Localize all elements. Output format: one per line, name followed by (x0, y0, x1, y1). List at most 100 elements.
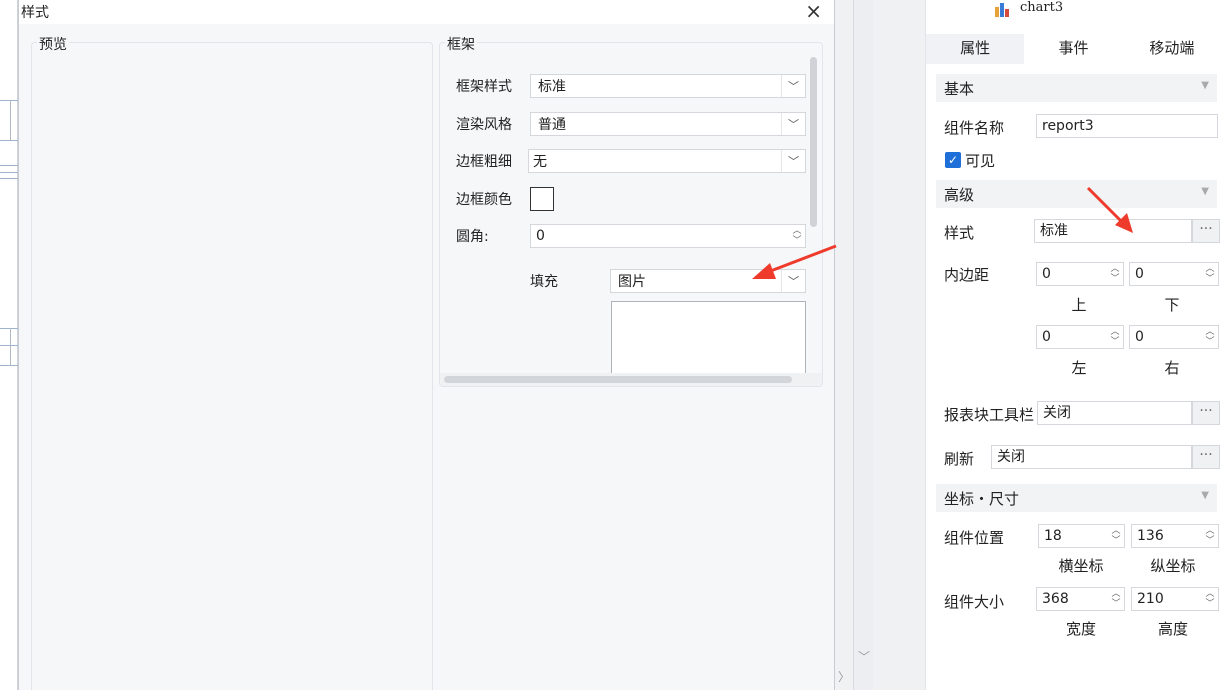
padding-left-stepper[interactable]: 0 ︿ ﹀ (1036, 325, 1124, 349)
position-y-stepper[interactable]: 136 ︿ ﹀ (1131, 524, 1219, 548)
render-style-select[interactable]: 普通 ﹀ (530, 112, 806, 136)
chevron-down-icon[interactable]: ﹀ (858, 648, 870, 665)
vertical-scrollbar[interactable]: ﹀ (853, 0, 873, 690)
refresh-label: 刷新 (944, 450, 975, 468)
horizontal-scrollbar[interactable] (444, 376, 792, 383)
stepper-arrows-icon[interactable]: ︿ ﹀ (1202, 326, 1218, 348)
dialog-title: 样式 (21, 5, 49, 21)
border-width-value: 无 (533, 154, 547, 170)
chevron-down-icon: ▼ (1201, 80, 1209, 91)
position-label: 组件位置 (944, 529, 1005, 547)
grid-line (0, 140, 18, 141)
section-title: 高级 (944, 186, 975, 204)
refresh-input[interactable]: 关闭 (991, 445, 1192, 469)
position-y-value: 136 (1137, 528, 1164, 544)
width-stepper[interactable]: 368 ︿ ﹀ (1036, 587, 1125, 611)
vertical-scrollbar[interactable] (810, 57, 817, 227)
grid-line (10, 100, 11, 140)
section-title: 基本 (944, 80, 975, 98)
fill-image-preview[interactable] (611, 301, 806, 381)
padding-top-value: 0 (1042, 266, 1051, 282)
stepper-arrows-icon[interactable]: ︿ ﹀ (1107, 326, 1123, 348)
style-input[interactable]: 标准 (1034, 219, 1192, 243)
size-label: 组件大小 (944, 593, 1005, 611)
component-name-input[interactable]: report3 (1036, 114, 1218, 138)
chevron-right-icon[interactable]: 〉 (838, 668, 850, 685)
padding-top-label: 上 (1071, 296, 1087, 314)
stepper-arrows-icon[interactable]: ︿ ﹀ (1202, 263, 1218, 285)
section-title: 坐标・尺寸 (944, 490, 1020, 508)
stepper-arrows-icon[interactable]: ︿ ﹀ (1202, 525, 1218, 547)
chevron-down-icon[interactable]: ﹀ (781, 75, 805, 97)
refresh-more-button[interactable]: ··· (1192, 445, 1220, 469)
tab-properties[interactable]: 属性 (926, 34, 1025, 64)
dialog-title-bar: 样式 × (19, 0, 834, 24)
render-style-value: 普通 (538, 117, 566, 133)
frame-label: 框架 (445, 34, 477, 54)
style-dialog: 样式 × 预览 框架样式 标准 ﹀ 渲染风格 普通 ﹀ 边框粗细 无 ﹀ 边框颜… (18, 0, 835, 690)
padding-top-stepper[interactable]: 0 ︿ ﹀ (1036, 262, 1124, 286)
grid-line (0, 165, 18, 166)
frame-panel: 框架样式 标准 ﹀ 渲染风格 普通 ﹀ 边框粗细 无 ﹀ 边框颜色 圆角: 0 (439, 42, 823, 387)
border-width-select[interactable]: 无 ﹀ (528, 149, 806, 173)
padding-right-value: 0 (1135, 329, 1144, 345)
style-label: 样式 (944, 224, 975, 242)
panel-tabs: 属性 事件 移动端 (926, 34, 1221, 64)
padding-bottom-value: 0 (1135, 266, 1144, 282)
chart-icon (995, 3, 1009, 17)
toolbar-more-button[interactable]: ··· (1192, 401, 1220, 425)
radius-label: 圆角: (456, 229, 489, 245)
component-name: chart3 (1020, 0, 1064, 15)
chevron-down-icon: ▼ (1201, 186, 1209, 197)
section-advanced[interactable]: 高级 ▼ (936, 180, 1217, 208)
stepper-arrows-icon[interactable]: ︿ ﹀ (1202, 588, 1218, 610)
stepper-arrows-icon[interactable]: ︿ ﹀ (1107, 263, 1123, 285)
padding-label: 内边距 (944, 266, 990, 284)
section-coords[interactable]: 坐标・尺寸 ▼ (936, 484, 1217, 512)
property-panel: chart3 属性 事件 移动端 基本 ▼ 组件名称 report3 ✓ 可见 … (925, 0, 1221, 690)
render-style-label: 渲染风格 (456, 117, 512, 133)
radius-stepper[interactable]: 0 ︿ ﹀ (530, 224, 806, 248)
frame-style-label: 框架样式 (456, 79, 512, 95)
section-basic[interactable]: 基本 ▼ (936, 74, 1217, 102)
border-color-label: 边框颜色 (456, 192, 512, 208)
padding-right-stepper[interactable]: 0 ︿ ﹀ (1129, 325, 1219, 349)
stepper-arrows-icon[interactable]: ︿ ﹀ (1108, 525, 1124, 547)
stepper-arrows-icon[interactable]: ︿ ﹀ (1108, 588, 1124, 610)
chevron-down-icon[interactable]: ﹀ (781, 150, 805, 172)
grid-line (0, 100, 18, 101)
height-value: 210 (1137, 591, 1164, 607)
toolbar-label: 报表块工具栏 (944, 406, 1035, 424)
padding-left-label: 左 (1071, 359, 1087, 377)
chevron-down-icon: ▼ (1201, 490, 1209, 501)
frame-style-select[interactable]: 标准 ﹀ (530, 74, 806, 98)
padding-left-value: 0 (1042, 329, 1051, 345)
visible-checkbox[interactable]: ✓ (945, 152, 961, 168)
border-color-swatch[interactable] (530, 187, 554, 211)
height-stepper[interactable]: 210 ︿ ﹀ (1131, 587, 1219, 611)
close-icon[interactable]: × (805, 0, 822, 22)
toolbar-input[interactable]: 关闭 (1037, 401, 1192, 425)
position-x-stepper[interactable]: 18 ︿ ﹀ (1038, 524, 1125, 548)
radius-value: 0 (536, 228, 545, 244)
background-canvas-strip (0, 0, 18, 690)
fill-select[interactable]: 图片 ﹀ (610, 269, 806, 293)
fill-label: 填充 (530, 274, 558, 290)
tab-events[interactable]: 事件 (1024, 34, 1122, 64)
position-x-value: 18 (1044, 528, 1062, 544)
grid-line (0, 328, 18, 329)
padding-right-label: 右 (1164, 359, 1180, 377)
fill-value: 图片 (618, 274, 646, 290)
style-more-button[interactable]: ··· (1192, 219, 1220, 243)
tab-mobile[interactable]: 移动端 (1123, 34, 1221, 64)
chevron-down-icon[interactable]: ﹀ (781, 113, 805, 135)
padding-bottom-stepper[interactable]: 0 ︿ ﹀ (1129, 262, 1219, 286)
preview-panel (31, 42, 433, 690)
grid-line (0, 172, 18, 173)
stepper-arrows-icon[interactable]: ︿ ﹀ (789, 225, 805, 247)
position-x-label: 横坐标 (1058, 557, 1104, 575)
background-editor-area: ﹀ 〉 (835, 0, 925, 690)
width-value: 368 (1042, 591, 1069, 607)
position-y-label: 纵坐标 (1150, 557, 1196, 575)
chevron-down-icon[interactable]: ﹀ (781, 270, 805, 292)
